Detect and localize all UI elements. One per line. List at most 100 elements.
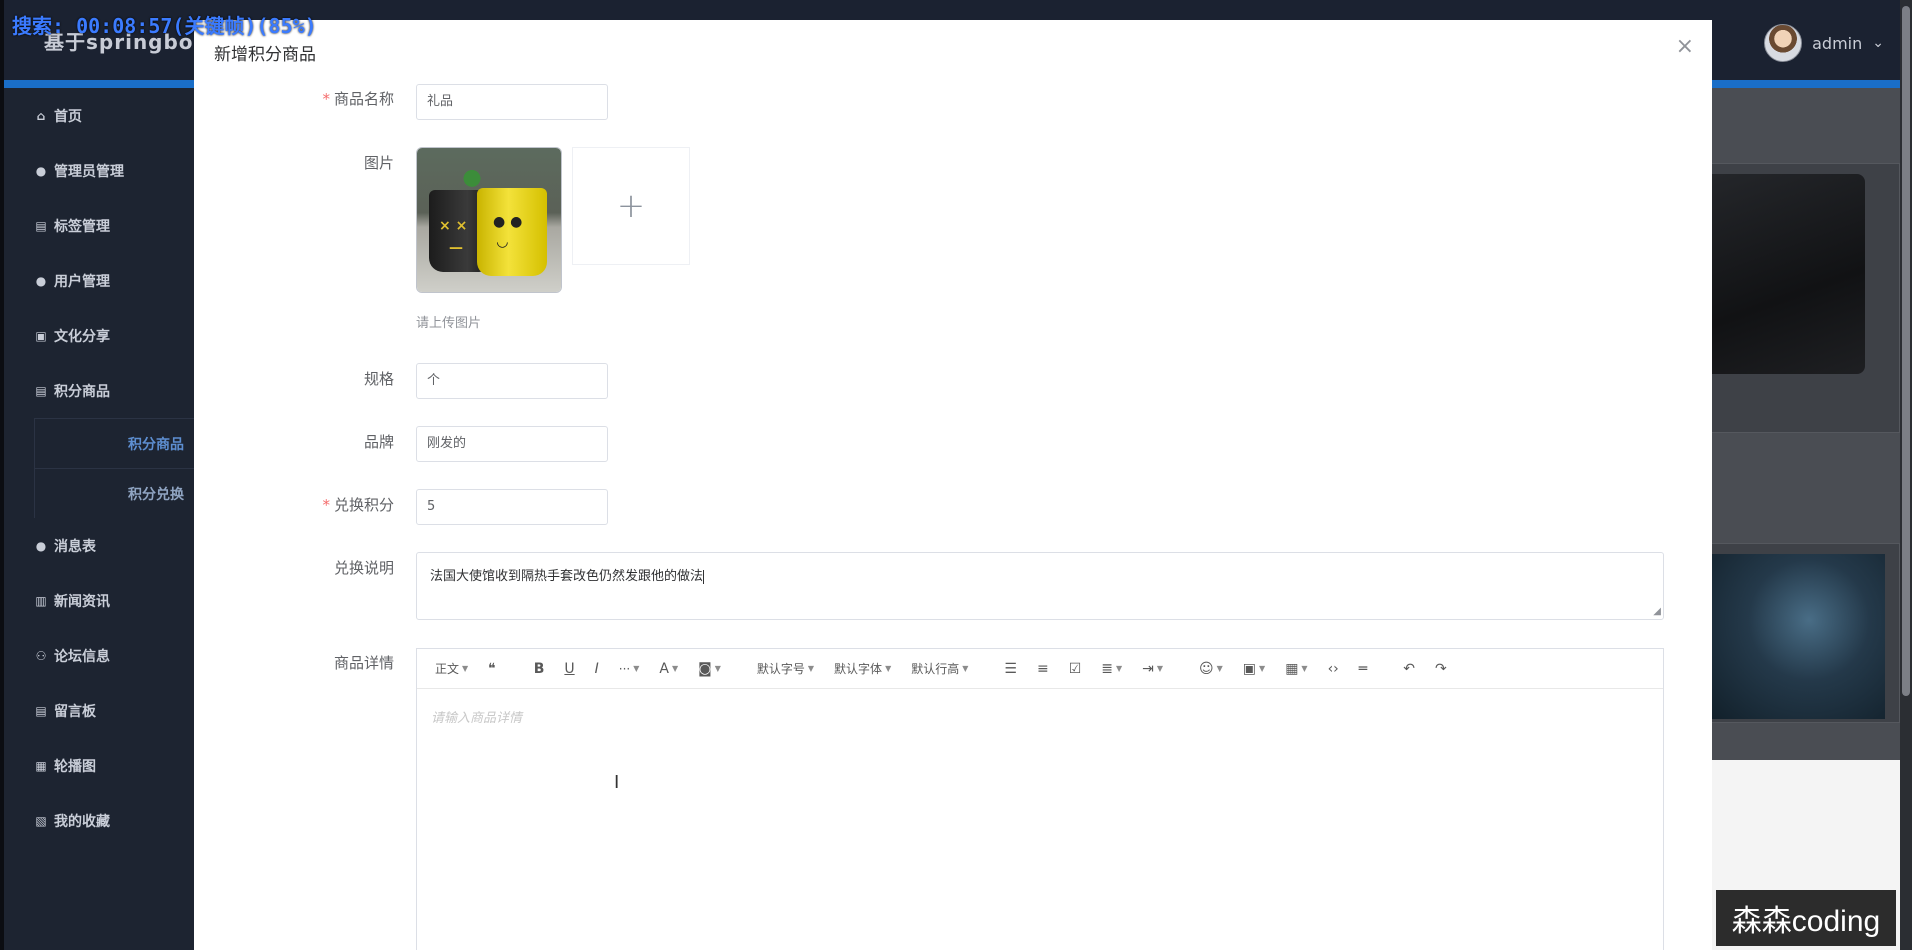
add-points-goods-dialog: 新增积分商品 × * 商品名称 礼品 图片 × × — ● ● ◡ + 请上传图片 规… xyxy=(194,20,1712,950)
product-image xyxy=(1695,554,1885,719)
underline-icon[interactable]: U xyxy=(564,661,574,677)
group-icon: ⚇ xyxy=(35,648,47,663)
uploaded-image-mugs[interactable]: × × — ● ● ◡ xyxy=(416,147,562,293)
quote-icon[interactable]: ❝ xyxy=(488,661,496,677)
sidebar: ⌂ 首页 ● 管理员管理 ▤ 标签管理 ● 用户管理 ▣ 文化分享 ▤ 积分商品 积分商品 积分兑换 … xyxy=(4,88,194,950)
sidebar-item[interactable]: ● 用户管理 xyxy=(4,253,194,308)
sidebar-item-label: 留言板 xyxy=(54,703,96,720)
sidebar-item-label: 首页 xyxy=(54,108,82,125)
sidebar-item-label: 用户管理 xyxy=(54,273,110,290)
table-icon[interactable]: ▦ ▼ xyxy=(1285,661,1307,677)
product-card xyxy=(1694,543,1900,723)
upload-add-button[interactable]: + xyxy=(572,147,690,265)
redo-icon[interactable]: ↷ xyxy=(1435,661,1447,677)
sidebar-item-label: 文化分享 xyxy=(54,328,110,345)
spec-input[interactable]: 个 xyxy=(416,363,608,399)
sidebar-item[interactable]: ▣ 文化分享 xyxy=(4,308,194,363)
sidebar-item[interactable]: ⚇ 论坛信息 xyxy=(4,628,194,683)
sidebar-item-label: 轮播图 xyxy=(54,758,96,775)
sidebar-item-label: 我的收藏 xyxy=(54,813,110,830)
resize-handle-icon[interactable]: ◢ xyxy=(1653,607,1661,617)
font-size-dropdown[interactable]: 默认字号 ▼ xyxy=(757,660,814,677)
table-icon: ▤ xyxy=(35,383,47,398)
code-icon[interactable]: ‹› xyxy=(1328,661,1339,677)
image-icon[interactable]: ▣ ▼ xyxy=(1243,661,1265,677)
background-color-icon[interactable]: ◙ ▼ xyxy=(698,661,721,677)
brand-input[interactable]: 刚发的 xyxy=(416,426,608,462)
user-icon: ● xyxy=(35,163,47,178)
bold-icon[interactable]: B xyxy=(534,661,545,677)
text-caret xyxy=(703,569,705,584)
sidebar-item[interactable]: ● 管理员管理 xyxy=(4,143,194,198)
dialog-title: 新增积分商品 xyxy=(214,45,316,65)
sidebar-item-label: 积分商品 xyxy=(54,383,110,400)
sidebar-item-label: 管理员管理 xyxy=(54,163,124,180)
divider-icon[interactable]: ═ xyxy=(1359,661,1367,677)
editor-placeholder: 请输入商品详情 xyxy=(431,711,523,726)
sidebar-item-label: 新闻资讯 xyxy=(54,593,110,610)
sidebar-item[interactable]: ▤ 留言板 xyxy=(4,683,194,738)
brand-label: 品牌 xyxy=(363,433,394,451)
page-scrollbar[interactable] xyxy=(1900,0,1912,950)
home-icon: ⌂ xyxy=(36,108,46,123)
line-height-dropdown[interactable]: 默认行高 ▼ xyxy=(911,660,968,677)
product-card xyxy=(1694,163,1900,433)
font-family-dropdown[interactable]: 默认字体 ▼ xyxy=(834,660,891,677)
name-input[interactable]: 礼品 xyxy=(416,84,608,120)
circle-icon: ● xyxy=(35,538,47,553)
plus-icon: + xyxy=(616,186,646,226)
sidebar-item-label: 标签管理 xyxy=(54,218,110,235)
name-label: * 商品名称 xyxy=(322,90,394,108)
chevron-down-icon[interactable]: ⌄ xyxy=(1872,35,1884,51)
todo-icon[interactable]: ☑ xyxy=(1069,661,1082,677)
numbered-list-icon[interactable]: ≡ xyxy=(1037,661,1049,677)
points-label: * 兑换积分 xyxy=(322,496,394,514)
align-icon[interactable]: ≣ ▼ xyxy=(1101,661,1122,677)
paragraph-dropdown[interactable]: 正文 ▼ xyxy=(435,660,468,677)
sidebar-subitem-points-goods[interactable]: 积分商品 xyxy=(34,418,194,468)
avatar[interactable] xyxy=(1764,24,1803,62)
sidebar-item[interactable]: ▥ 新闻资讯 xyxy=(4,573,194,628)
watermark: 森森coding xyxy=(1716,890,1896,946)
briefcase-icon: ▣ xyxy=(35,328,47,343)
box-icon: ▧ xyxy=(35,813,47,828)
required-mark: * xyxy=(322,90,330,108)
table-icon: ▤ xyxy=(35,703,47,718)
sidebar-item-label: 消息表 xyxy=(54,538,96,555)
description-text: 法国大使馆收到隔热手套改色仍然发跟他的做法 xyxy=(430,569,704,584)
bulleted-list-icon[interactable]: ☰ xyxy=(1004,661,1017,677)
sidebar-item[interactable]: ▤ 积分商品 xyxy=(4,363,194,418)
font-color-icon[interactable]: A ▼ xyxy=(659,661,678,677)
sidebar-subitem-points-exchange[interactable]: 积分兑换 xyxy=(34,468,194,518)
more-styles-dropdown[interactable]: ··· ▼ xyxy=(619,662,640,676)
indent-icon[interactable]: ⇥ ▼ xyxy=(1142,661,1163,677)
user-icon: ● xyxy=(35,273,47,288)
sidebar-item-label: 论坛信息 xyxy=(54,648,110,665)
emoji-icon[interactable]: ☺ ▼ xyxy=(1199,661,1223,677)
user-menu[interactable]: admin ⌄ xyxy=(1764,24,1884,62)
sidebar-item[interactable]: ● 消息表 xyxy=(4,518,194,573)
close-icon[interactable]: × xyxy=(1676,36,1694,58)
sidebar-item[interactable]: ⌂ 首页 xyxy=(4,88,194,143)
points-input[interactable]: 5 xyxy=(416,489,608,525)
undo-icon[interactable]: ↶ xyxy=(1403,661,1415,677)
product-image xyxy=(1695,174,1865,374)
description-label: 兑换说明 xyxy=(333,559,394,577)
spec-label: 规格 xyxy=(363,370,394,388)
scrollbar-thumb[interactable] xyxy=(1902,6,1910,696)
rich-text-editor[interactable]: 正文 ▼ ❝ B U I ··· ▼ A ▼ ◙ ▼ 默认字号 ▼ 默认字体 ▼ 默认行高 ▼… xyxy=(416,648,1664,950)
user-name[interactable]: admin xyxy=(1812,34,1862,53)
i-beam-cursor-icon: I xyxy=(614,772,620,793)
grid-icon: ▦ xyxy=(35,758,47,773)
sidebar-item[interactable]: ▤ 标签管理 xyxy=(4,198,194,253)
upload-hint: 请上传图片 xyxy=(416,316,482,331)
sidebar-item[interactable]: ▦ 轮播图 xyxy=(4,738,194,793)
image-label: 图片 xyxy=(363,154,394,172)
editor-toolbar: 正文 ▼ ❝ B U I ··· ▼ A ▼ ◙ ▼ 默认字号 ▼ 默认字体 ▼ 默认行高 ▼… xyxy=(417,649,1663,689)
description-textarea[interactable]: 法国大使馆收到隔热手套改色仍然发跟他的做法 ◢ xyxy=(416,552,1664,620)
detail-label: 商品详情 xyxy=(333,654,394,672)
table-icon: ▤ xyxy=(35,218,47,233)
italic-icon[interactable]: I xyxy=(595,661,599,677)
sidebar-item[interactable]: ▧ 我的收藏 xyxy=(4,793,194,848)
document-icon: ▥ xyxy=(35,593,47,608)
